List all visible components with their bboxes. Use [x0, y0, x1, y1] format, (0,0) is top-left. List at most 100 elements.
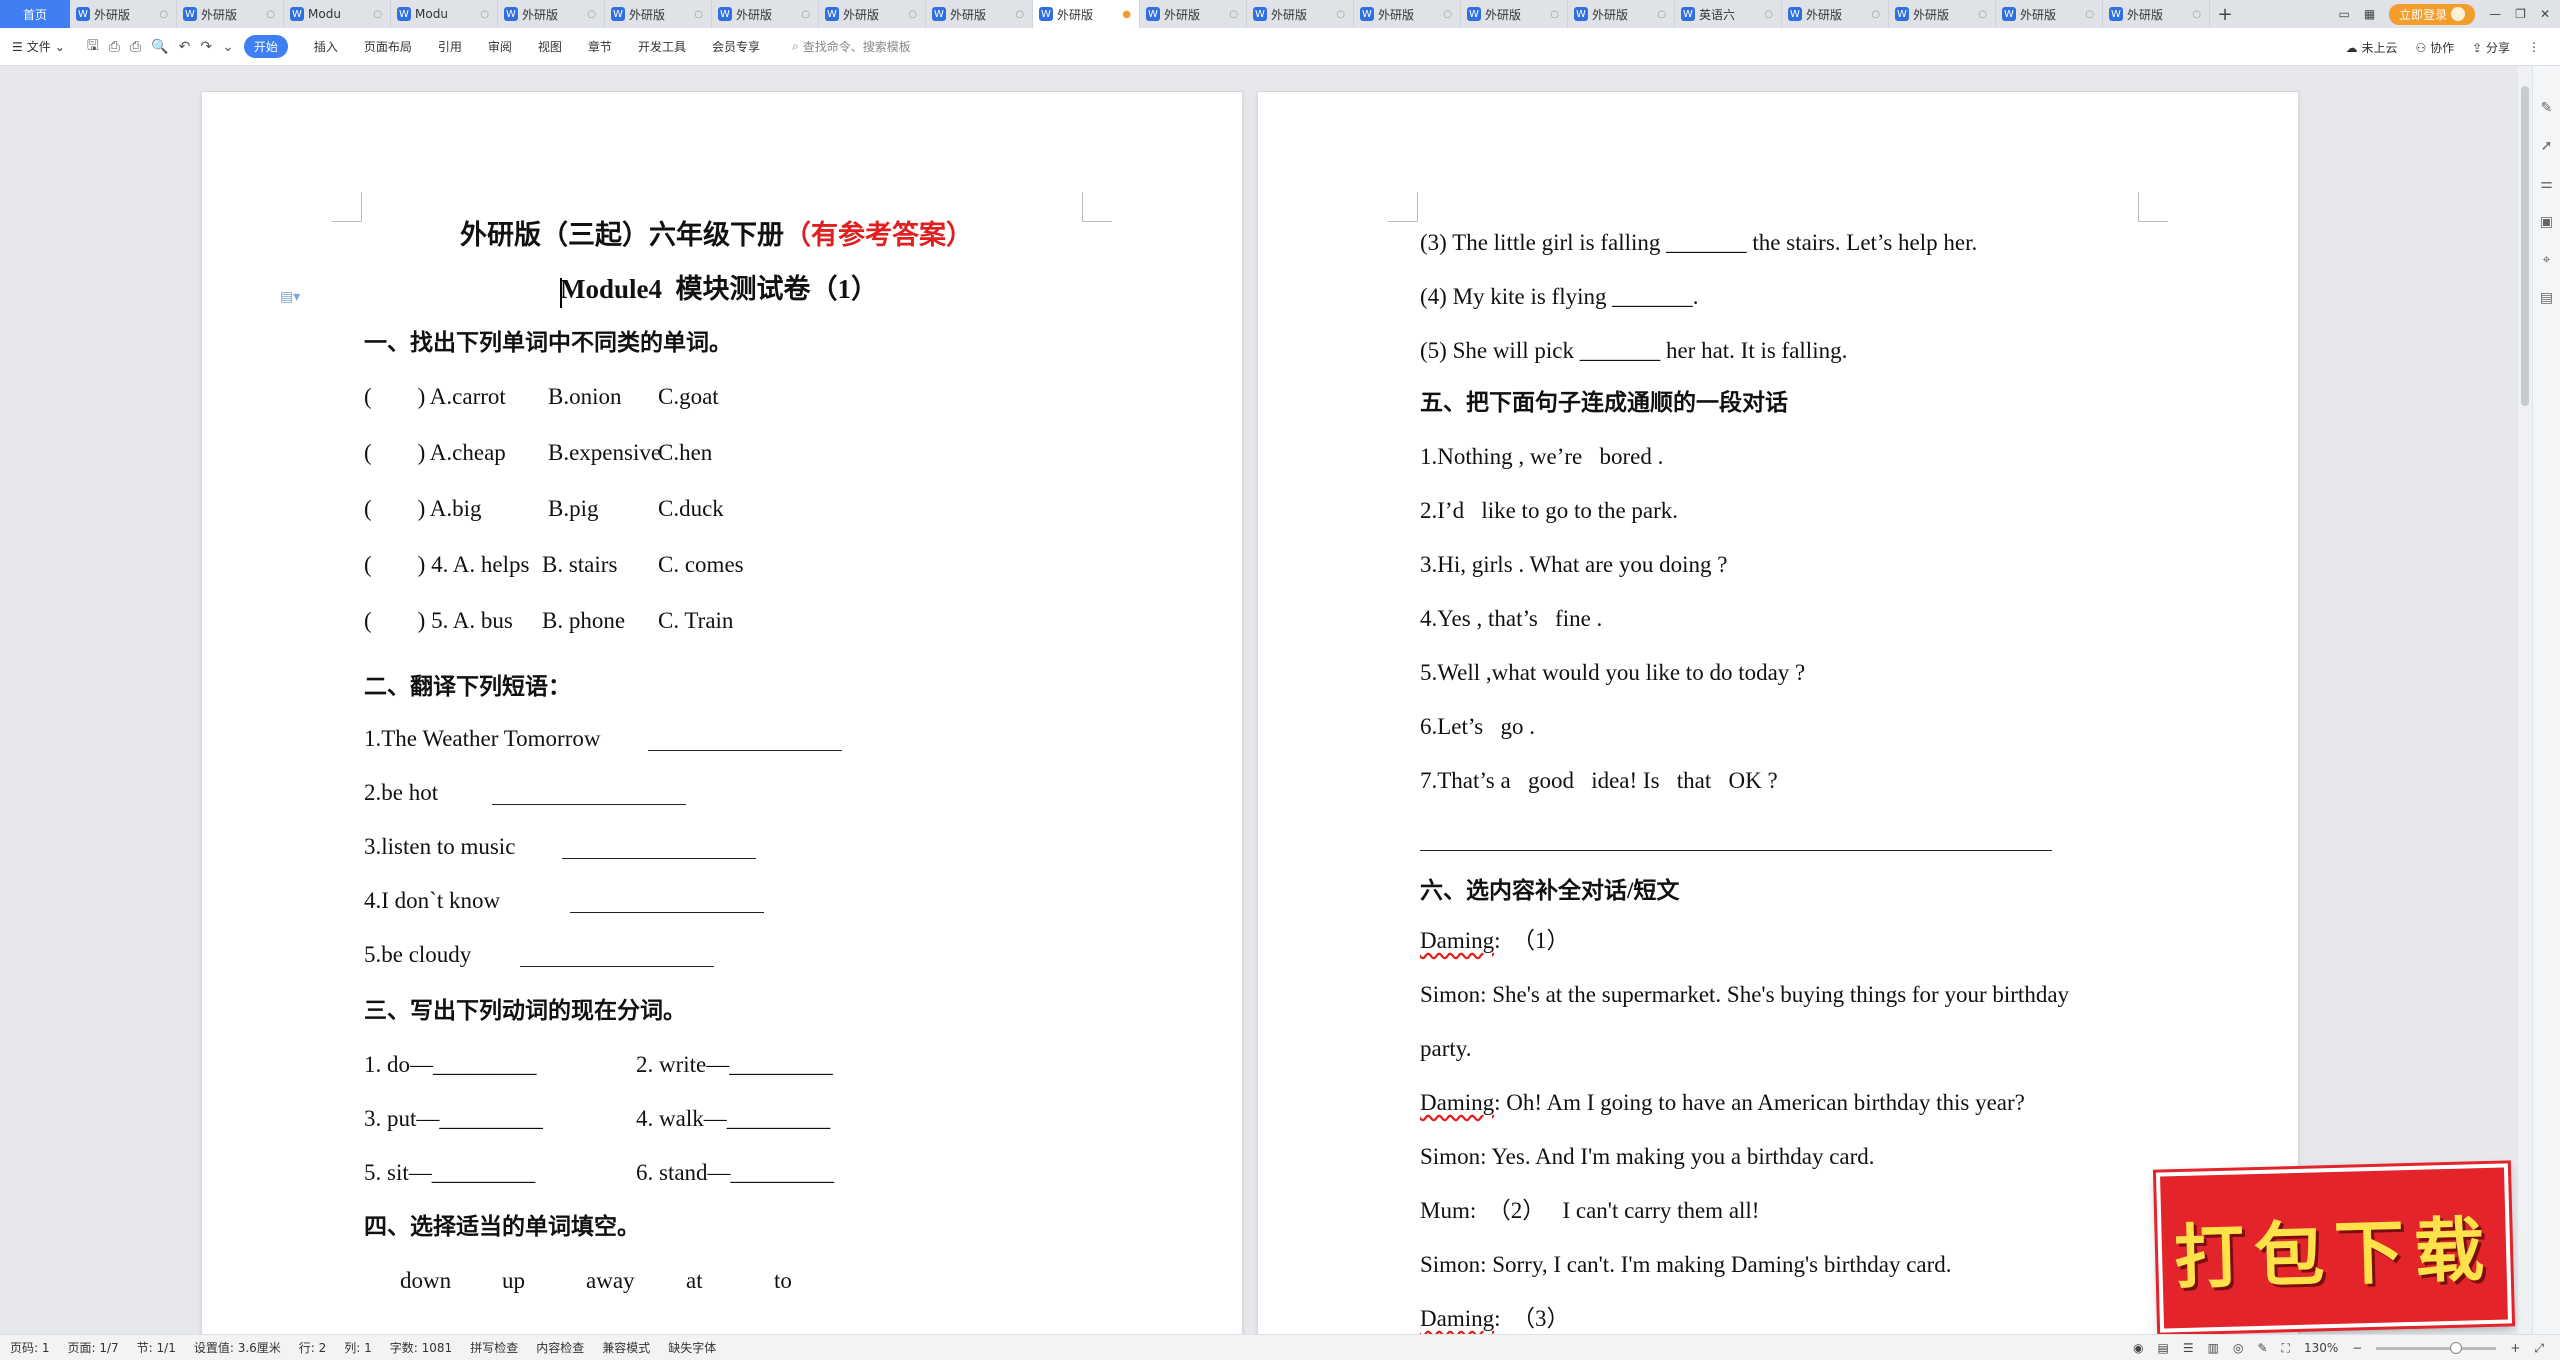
ribbon-tab[interactable]: 章节 [588, 38, 612, 55]
doc-tab[interactable]: W Modu ○ [391, 0, 498, 28]
status-item[interactable]: 缺失字体 [668, 1339, 716, 1356]
doc-tab[interactable]: W 外研版 ○ [1568, 0, 1675, 28]
tab-close-icon[interactable]: ○ [159, 9, 168, 20]
select-icon[interactable]: ➚ [2541, 138, 2553, 154]
status-item[interactable]: 兼容模式 [602, 1339, 650, 1356]
share-button[interactable]: ⇪ 分享 [2472, 39, 2510, 56]
tab-close-icon[interactable]: ○ [1871, 9, 1880, 20]
restore-icon[interactable]: ❐ [2515, 7, 2526, 21]
scrollbar-thumb[interactable] [2521, 86, 2529, 406]
status-item[interactable]: 拼写检查 [470, 1339, 518, 1356]
login-button[interactable]: 立即登录 [2389, 3, 2476, 25]
tab-close-icon[interactable]: ○ [801, 9, 810, 20]
download-package-badge[interactable]: 打包下载 [2155, 1163, 2513, 1333]
read-view-icon[interactable]: ▥ [2208, 1341, 2219, 1355]
doc-tab[interactable]: W 外研版 ○ [498, 0, 605, 28]
ribbon-tab[interactable]: 会员专享 [712, 38, 760, 55]
doc-tab[interactable]: W 外研版 ○ [1354, 0, 1461, 28]
doc-tab[interactable]: W 外研版 ○ [2103, 0, 2210, 28]
page-view-icon[interactable]: ▤ [2158, 1341, 2169, 1355]
tab-close-icon[interactable]: ○ [1550, 9, 1559, 20]
doc-tab[interactable]: W 外研版 ○ [605, 0, 712, 28]
command-search[interactable]: ⌕ 查找命令、搜索模板 [792, 38, 911, 55]
customize-icon[interactable]: ⌄ [222, 39, 234, 55]
new-tab-button[interactable]: + [2210, 4, 2240, 25]
doc-tab[interactable]: W 外研版 ○ [1889, 0, 1996, 28]
tab-close-icon[interactable]: ○ [2085, 9, 2094, 20]
home-tab[interactable]: 首页 [0, 0, 70, 28]
status-item[interactable]: 页码: 1 [10, 1339, 50, 1356]
status-item[interactable]: 设置值: 3.6厘米 [194, 1339, 281, 1356]
doc-tab[interactable]: W 外研版 ○ [1996, 0, 2103, 28]
save-icon[interactable]: 🖫 [87, 35, 99, 59]
document-page-2[interactable]: 五、把下面句子连成通顺的一段对话 六、选内容补全对话/短文 (3) The li… [1258, 92, 2298, 1342]
tab-close-icon[interactable]: ○ [1657, 9, 1666, 20]
document-page-1[interactable]: ▤▾ 外研版（三起）六年级下册（有参考答案） Module4 模块测试卷（1） … [202, 92, 1242, 1342]
redo-icon[interactable]: ↷ [200, 39, 212, 55]
layout-icon[interactable]: ▭ [2338, 7, 2349, 21]
fit-icon[interactable]: ⛶ [2282, 1341, 2290, 1356]
doc-tab[interactable]: W 外研版 ● [1033, 0, 1140, 28]
tab-close-icon[interactable]: ○ [1015, 9, 1024, 20]
apps-grid-icon[interactable]: ▦ [2364, 7, 2375, 21]
minimize-icon[interactable]: — [2489, 7, 2501, 21]
web-view-icon[interactable]: ◎ [2233, 1341, 2243, 1355]
status-item[interactable]: 行: 2 [299, 1339, 327, 1356]
tab-close-icon[interactable]: ○ [2192, 9, 2201, 20]
doc-tab[interactable]: W 外研版 ○ [1461, 0, 1568, 28]
book-icon[interactable]: ▤ [2540, 290, 2553, 306]
cloud-status[interactable]: ☁ 未上云 [2346, 39, 2398, 56]
outline-view-icon[interactable]: ☰ [2183, 1341, 2194, 1355]
status-item[interactable]: 节: 1/1 [137, 1339, 176, 1356]
print-icon[interactable]: ⎙ [130, 39, 141, 55]
paragraph-icon[interactable]: ▤▾ [280, 289, 300, 305]
doc-tab[interactable]: W 外研版 ○ [70, 0, 177, 28]
tab-close-icon[interactable]: ○ [587, 9, 596, 20]
adjust-icon[interactable]: ⚌ [2540, 176, 2553, 192]
tab-close-icon[interactable]: ○ [373, 9, 382, 20]
edit-icon[interactable]: ✎ [2541, 100, 2553, 116]
tab-close-icon[interactable]: ○ [908, 9, 917, 20]
collaborate-button[interactable]: ⚇ 协作 [2415, 39, 2454, 56]
write-view-icon[interactable]: ✎ [2257, 1341, 2267, 1355]
doc-tab[interactable]: W 英语六 ○ [1675, 0, 1782, 28]
zoom-level[interactable]: 130% [2304, 1341, 2338, 1355]
location-icon[interactable]: ⌖ [2543, 252, 2551, 268]
status-item[interactable]: 内容检查 [536, 1339, 584, 1356]
ribbon-tab[interactable]: 开发工具 [638, 38, 686, 55]
ribbon-tab[interactable]: 插入 [314, 38, 338, 55]
zoom-in-icon[interactable]: + [2510, 1341, 2520, 1355]
export-pdf-icon[interactable]: ⎙ [109, 39, 120, 55]
ribbon-tab[interactable]: 开始 [243, 35, 288, 58]
doc-tab[interactable]: W Modu ○ [284, 0, 391, 28]
doc-tab[interactable]: W 外研版 ○ [1247, 0, 1354, 28]
tab-close-icon[interactable]: ○ [694, 9, 703, 20]
status-item[interactable]: 字数: 1081 [390, 1339, 452, 1356]
close-icon[interactable]: ✕ [2540, 7, 2550, 21]
tab-close-icon[interactable]: ○ [1764, 9, 1773, 20]
fullscreen-icon[interactable]: ⤢ [2534, 1341, 2544, 1356]
zoom-slider-knob[interactable] [2450, 1341, 2463, 1354]
doc-tab[interactable]: W 外研版 ○ [819, 0, 926, 28]
tab-close-icon[interactable]: ○ [266, 9, 275, 20]
doc-tab[interactable]: W 外研版 ○ [1140, 0, 1247, 28]
modified-dot-icon[interactable]: ● [1122, 9, 1131, 20]
vertical-scrollbar[interactable] [2518, 66, 2532, 1334]
doc-tab[interactable]: W 外研版 ○ [926, 0, 1033, 28]
status-item[interactable]: 页面: 1/7 [68, 1339, 119, 1356]
more-icon[interactable]: ⋮ [2528, 40, 2540, 54]
doc-tab[interactable]: W 外研版 ○ [712, 0, 819, 28]
tab-close-icon[interactable]: ○ [1336, 9, 1345, 20]
undo-icon[interactable]: ↶ [179, 39, 191, 55]
tab-close-icon[interactable]: ○ [1229, 9, 1238, 20]
tab-close-icon[interactable]: ○ [480, 9, 489, 20]
ribbon-tab[interactable]: 引用 [438, 38, 462, 55]
status-item[interactable]: 列: 1 [344, 1339, 372, 1356]
doc-tab[interactable]: W 外研版 ○ [1782, 0, 1889, 28]
image-icon[interactable]: ▣ [2540, 214, 2553, 230]
file-menu[interactable]: ☰ 文件 ⌄ [12, 38, 65, 55]
print-preview-icon[interactable]: 🔍 [151, 39, 168, 55]
ribbon-tab[interactable]: 页面布局 [364, 38, 412, 55]
tab-close-icon[interactable]: ○ [1443, 9, 1452, 20]
tab-close-icon[interactable]: ○ [1978, 9, 1987, 20]
